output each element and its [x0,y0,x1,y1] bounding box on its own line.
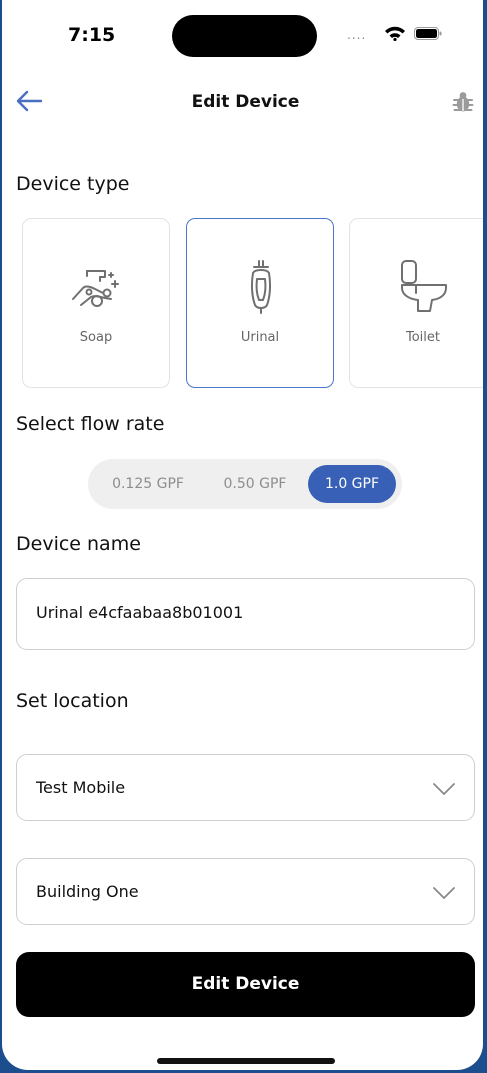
home-indicator [157,1058,335,1064]
chevron-down-icon [433,887,455,899]
device-name-label: Device name [16,533,141,555]
device-name-input[interactable]: Urinal e4cfaabaa8b01001 [16,578,475,650]
device-type-card-urinal[interactable]: Urinal [186,218,334,388]
dynamic-island [172,15,317,57]
toilet-icon [401,260,447,312]
status-time: 7:15 [68,24,116,46]
device-type-label-toilet: Toilet [405,330,440,345]
device-name-value: Urinal e4cfaabaa8b01001 [36,603,244,622]
edit-device-button[interactable]: Edit Device [16,952,475,1017]
page-title: Edit Device [191,92,300,112]
chevron-down-icon [433,783,455,795]
urinal-icon [250,260,272,314]
soap-hands-icon [72,270,119,307]
bug-icon[interactable] [452,90,474,114]
building-dropdown-value: Building One [36,882,139,901]
flow-rate-selector: 0.125 GPF 0.50 GPF 1.0 GPF [88,459,402,509]
device-type-label-soap: Soap [79,330,113,345]
wifi-icon [385,26,405,41]
building-dropdown[interactable]: Building One [16,858,475,925]
site-dropdown-value: Test Mobile [36,778,126,797]
device-type-label: Device type [16,173,130,195]
device-type-card-toilet[interactable]: Toilet [349,218,483,388]
phone-screen: 7:15 .... Edit Device Device type Soap U… [2,0,483,1070]
site-dropdown[interactable]: Test Mobile [16,754,475,821]
set-location-label: Set location [16,690,129,712]
device-type-label-urinal: Urinal [240,330,280,345]
device-type-card-soap[interactable]: Soap [22,218,170,388]
flow-rate-option-050[interactable]: 0.50 GPF [204,465,306,503]
signal-icon: .... [347,28,367,42]
flow-rate-option-0125[interactable]: 0.125 GPF [96,465,200,503]
flow-rate-label: Select flow rate [16,413,165,435]
battery-icon [414,27,442,40]
flow-rate-option-10[interactable]: 1.0 GPF [308,465,396,503]
